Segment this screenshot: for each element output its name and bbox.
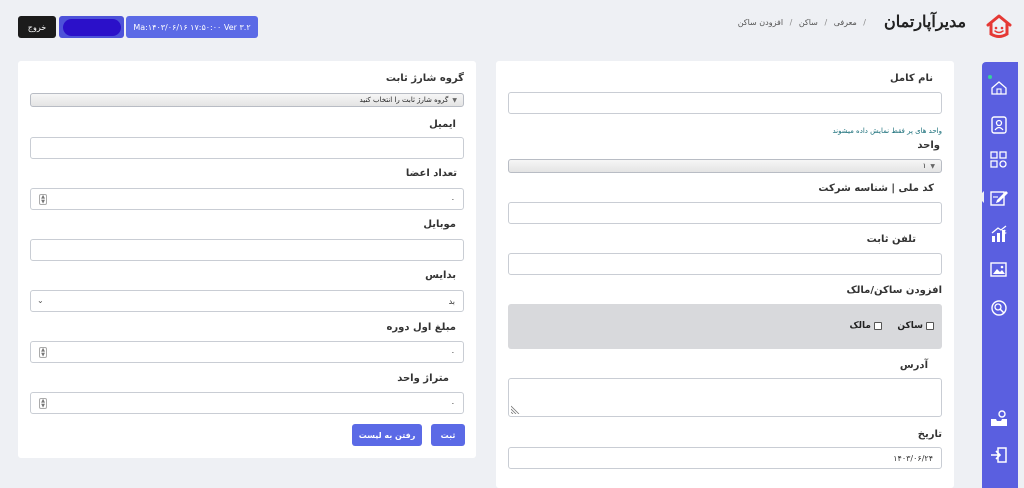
full-name-input[interactable] (508, 92, 942, 114)
logout-icon (991, 447, 1007, 463)
submit-button[interactable]: ثبت (431, 424, 465, 446)
home-icon (991, 81, 1007, 95)
members-value: ۰ (450, 194, 455, 204)
sidebar-item-gallery[interactable] (987, 258, 1011, 282)
sidebar-item-units[interactable] (987, 148, 1011, 172)
charge-group-select[interactable]: ▼ گروه شارژ ثابت را انتخاب کنید (30, 93, 464, 107)
brand-logo-text[interactable]: مدیرآپارتمان (884, 12, 966, 31)
area-input[interactable]: ۰ ▲ ▼ (30, 392, 464, 414)
breadcrumb-item-current: افزودن ساکن (737, 18, 784, 27)
redacted-username (63, 19, 121, 36)
sidebar-item-settings[interactable] (987, 407, 1011, 431)
chevron-down-icon: ▼ (930, 162, 935, 170)
charge-form-panel: گروه شارژ ثابت ▼ گروه شارژ ثابت را انتخا… (18, 61, 476, 458)
debit-select[interactable]: بد ⌄ (30, 290, 464, 312)
stepper-icon[interactable]: ▲ ▼ (39, 398, 47, 409)
stepper-icon[interactable]: ▲ ▼ (39, 194, 47, 205)
unit-select[interactable]: ▼ ۱ (508, 159, 942, 173)
checkbox-icon (926, 322, 934, 330)
charge-group-label: گروه شارژ ثابت (385, 73, 464, 84)
resize-grip-icon[interactable] (511, 404, 521, 414)
resident-checkbox[interactable]: ساکن (897, 321, 934, 331)
initial-amount-value: ۰ (450, 347, 455, 357)
initial-amount-label: مبلغ اول دوره (386, 322, 456, 333)
unit-hint-text: واحد های پر فقط نمایش داده میشوند (832, 127, 942, 135)
edit-icon (990, 191, 1008, 206)
version-badge: Ma:۱۴۰۳/۰۶/۱۶ ۱۷:۵۰:۰۰ Ver ۳.۲ (126, 16, 258, 38)
resident-owner-box: ساکن مالک (508, 304, 942, 349)
grid-settings-icon (990, 151, 1007, 168)
sidebar-item-reports[interactable] (987, 296, 1011, 320)
resident-form-panel: نام کامل واحد های پر فقط نمایش داده میشو… (496, 61, 954, 488)
photo-icon (990, 262, 1007, 277)
unit-select-value: ۱ (922, 162, 927, 170)
members-label: تعداد اعضا (405, 168, 457, 179)
email-label: ایمیل (429, 119, 456, 130)
date-input[interactable]: ۱۴۰۳/۰۶/۲۴ (508, 447, 942, 469)
email-input[interactable] (30, 137, 464, 159)
unit-label: واحد (917, 140, 940, 151)
inbox-settings-icon (991, 410, 1007, 426)
stepper-icon[interactable]: ▲ ▼ (39, 347, 47, 358)
go-to-list-button[interactable]: رفتن به لیست (352, 424, 422, 446)
breadcrumb: / معرفی / ساکن / افزودن ساکن (737, 18, 866, 27)
add-owner-label: افزودن ساکن/مالک (846, 285, 942, 296)
sidebar-item-define[interactable] (987, 186, 1011, 210)
checkbox-icon (874, 322, 882, 330)
search-settings-icon (991, 300, 1007, 316)
debit-label: بدایس (425, 270, 456, 281)
mobile-label: موبایل (423, 219, 456, 230)
initial-amount-input[interactable]: ۰ ▲ ▼ (30, 341, 464, 363)
profile-card-icon (991, 116, 1007, 134)
sidebar-item-profile[interactable] (987, 113, 1011, 137)
breadcrumb-item-resident[interactable]: ساکن (799, 18, 818, 27)
breadcrumb-item-define[interactable]: معرفی (834, 18, 857, 27)
national-id-input[interactable] (508, 202, 942, 224)
svg-text:$: $ (1003, 229, 1007, 236)
house-logo-icon[interactable] (985, 12, 1013, 40)
sidebar-item-home[interactable] (987, 76, 1011, 100)
full-name-label: نام کامل (889, 73, 933, 84)
owner-checkbox[interactable]: مالک (849, 321, 882, 331)
charge-group-placeholder: گروه شارژ ثابت را انتخاب کنید (359, 96, 449, 104)
chevron-down-icon: ▼ (452, 96, 457, 104)
national-id-label: کد ملی | شناسه شرکت (818, 183, 934, 194)
exit-button[interactable]: خروج (18, 16, 56, 38)
chevron-down-icon: ⌄ (37, 296, 44, 305)
finance-chart-icon: $ (991, 225, 1007, 242)
sidebar-item-logout[interactable] (987, 443, 1011, 467)
address-label: آدرس (899, 360, 928, 371)
sidebar-item-finance[interactable]: $ (987, 222, 1011, 246)
date-label: تاریخ (917, 429, 942, 440)
area-value: ۰ (450, 398, 455, 408)
phone-label: تلفن ثابت (866, 234, 916, 245)
mobile-input[interactable] (30, 239, 464, 261)
phone-input[interactable] (508, 253, 942, 275)
sidebar-active-indicator (978, 191, 984, 203)
user-name-badge[interactable] (59, 16, 124, 38)
address-textarea[interactable] (508, 378, 942, 417)
debit-select-value: بد (448, 296, 455, 306)
members-input[interactable]: ۰ ▲ ▼ (30, 188, 464, 210)
area-label: متراژ واحد (397, 373, 449, 384)
